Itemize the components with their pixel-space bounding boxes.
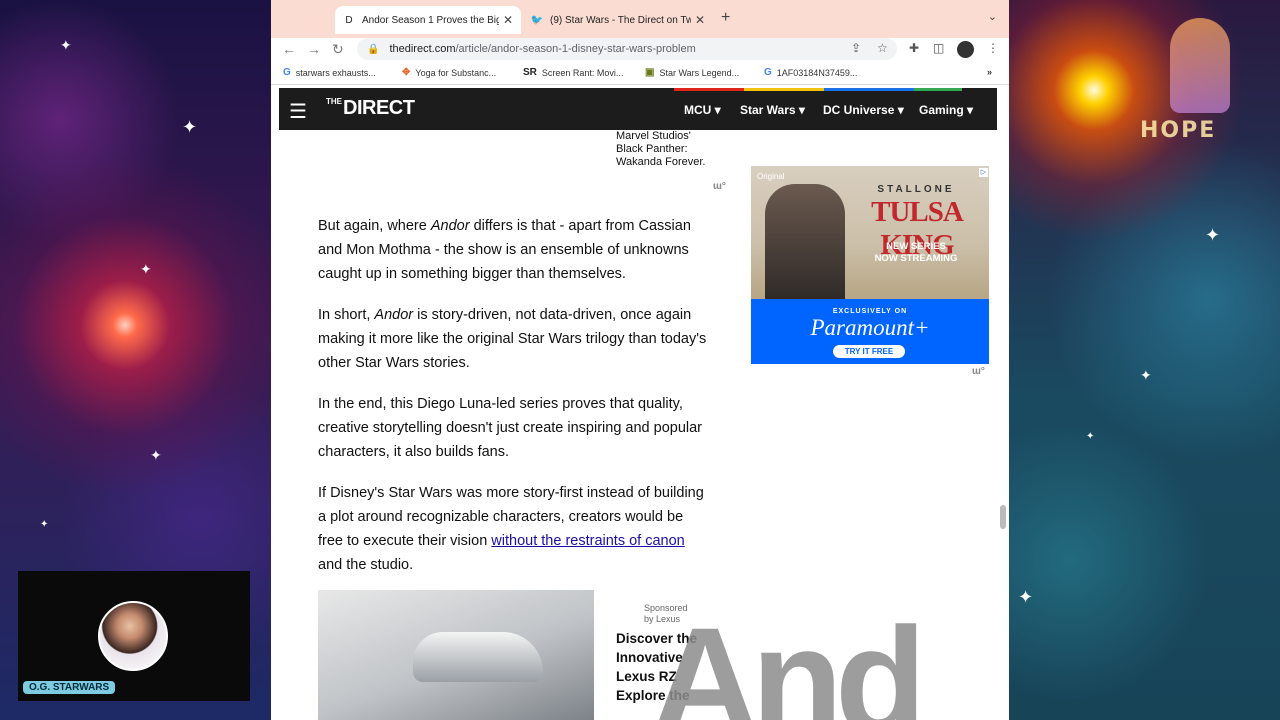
back-arrow-icon[interactable]: ← (282, 41, 296, 57)
browser-menu-kebab-icon[interactable]: ⋮ (987, 41, 999, 55)
nav-mcu[interactable]: MCU ▾ (684, 103, 721, 117)
scrollbar-thumb[interactable] (1000, 505, 1006, 529)
ad-original-badge: Original (757, 172, 785, 181)
ad-marker-icon[interactable]: ɯ° (713, 181, 726, 192)
nav-star-wars[interactable]: Star Wars ▾ (740, 103, 805, 117)
tab-title: (9) Star Wars - The Direct on Tw (550, 14, 691, 26)
forward-arrow-icon[interactable]: → (307, 41, 321, 57)
nav-gaming[interactable]: Gaming ▾ (919, 103, 973, 117)
star-icon: ✦ (1140, 367, 1152, 383)
close-tab-icon[interactable]: ✕ (695, 13, 705, 27)
hamburger-menu-icon[interactable]: ☰ (289, 99, 307, 124)
bookmarks-bar: G starwars exhausts... ✥ Yoga for Substa… (271, 62, 1009, 85)
bookmark-label: Yoga for Substanc... (415, 67, 497, 78)
article-paragraph: In short, Andor is story-driven, not dat… (318, 307, 707, 371)
star-icon: ✦ (150, 447, 162, 463)
wallpaper-right (1009, 0, 1280, 720)
lock-icon: 🔒 (367, 43, 380, 55)
ad-brand-panel: EXCLUSIVELY ON Paramount+ TRY IT FREE (751, 299, 989, 364)
sponsored-lexus-image[interactable] (318, 590, 594, 720)
site-logo[interactable]: THEDIRECT (326, 97, 415, 120)
bookmark-item[interactable]: ✥ Yoga for Substanc... (402, 67, 496, 78)
side-panel-icon[interactable]: ◫ (933, 41, 944, 55)
header-stripe-green (914, 88, 962, 91)
streamer-avatar (98, 601, 168, 671)
url-host: thedirect.com (389, 43, 456, 55)
tulsa-king-ad[interactable]: Original STALLONE TULSA KING NEW SERIES … (751, 166, 989, 364)
header-stripe-yellow (744, 88, 824, 91)
lexus-car-image (413, 632, 543, 682)
ad-exclusive-text: EXCLUSIVELY ON (832, 308, 908, 315)
bookmark-item[interactable]: ▣ Star Wars Legend... (645, 67, 739, 78)
bookmark-label: starwars exhausts... (295, 67, 376, 78)
article-paragraph: In the end, this Diego Luna-led series p… (318, 396, 703, 460)
ad-marker-icon[interactable]: ɯ° (972, 366, 985, 377)
browser-toolbar: ← → ↻ 🔒 thedirect.com/article/andor-seas… (271, 38, 1009, 62)
browser-window: D Andor Season 1 Proves the Bigge ✕ 🐦 (9… (271, 0, 1009, 720)
star-icon: ✦ (1086, 431, 1095, 442)
bookmark-label: Star Wars Legend... (659, 67, 740, 78)
the-direct-favicon-icon: D (345, 14, 353, 26)
tab-andor-article[interactable]: D Andor Season 1 Proves the Bigge ✕ (335, 6, 521, 34)
reload-icon[interactable]: ↻ (332, 41, 344, 58)
site-header: ☰ THEDIRECT MCU ▾ Star Wars ▾ DC Univers… (279, 88, 997, 130)
star-icon: ✦ (140, 261, 152, 277)
ad-actor-name: STALLONE (877, 184, 955, 195)
ad-subtitle: NEW SERIES NOW STREAMING (874, 241, 958, 264)
tab-search-chevron-down-icon[interactable]: ⌄ (988, 10, 997, 23)
header-stripe-blue (824, 88, 914, 91)
paramount-plus-logo: Paramount+ (810, 315, 930, 340)
image-caption: Marvel Studios' Black Panther: Wakanda F… (616, 130, 706, 168)
ad-image: Original STALLONE TULSA KING NEW SERIES … (751, 166, 989, 299)
tab-strip: D Andor Season 1 Proves the Bigge ✕ 🐦 (9… (271, 0, 1009, 38)
nav-dc-universe[interactable]: DC Universe ▾ (823, 103, 904, 117)
article-paragraph: But again, where Andor differs is that -… (318, 218, 691, 282)
star-icon: ✦ (40, 519, 49, 530)
url-path: /article/andor-season-1-disney-star-wars… (455, 43, 696, 55)
bookmark-item[interactable]: G starwars exhausts... (283, 67, 376, 78)
sponsored-label: Sponsored by Lexus (644, 603, 688, 624)
new-tab-plus-icon[interactable]: + (721, 9, 730, 27)
bookmark-label: Screen Rant: Movi... (541, 67, 624, 78)
more-bookmarks-chevron-icon[interactable]: » (987, 67, 992, 77)
article-paragraph: If Disney's Star Wars was more story-fir… (318, 485, 704, 573)
google-favicon-icon: G (764, 67, 772, 78)
tab-twitter[interactable]: 🐦 (9) Star Wars - The Direct on Tw ✕ (523, 6, 713, 34)
article-body: But again, where Andor differs is that -… (318, 214, 710, 594)
adchoices-icon[interactable]: ▷ (979, 168, 988, 177)
canon-restraints-link[interactable]: without the restraints of canon (491, 533, 684, 549)
sponsored-title[interactable]: Discover the Innovative Lexus RZ Explore… (616, 629, 706, 705)
google-favicon-icon: G (283, 67, 291, 78)
bookmark-item[interactable]: SR Screen Rant: Movi... (523, 67, 623, 78)
screen-rant-favicon-icon: SR (523, 67, 537, 78)
try-it-free-button[interactable]: TRY IT FREE (833, 345, 905, 358)
star-icon: ✦ (60, 37, 72, 53)
bookmark-star-icon[interactable]: ☆ (877, 41, 888, 55)
star-wars-legends-favicon-icon: ▣ (645, 67, 655, 78)
yoga-favicon-icon: ✥ (402, 67, 411, 78)
star-icon: ✦ (182, 117, 198, 137)
hope-poster-text: HOPE (1140, 118, 1217, 143)
bookmark-label: 1AF03184N37459... (776, 67, 858, 78)
extensions-puzzle-icon[interactable]: ✚ (909, 41, 919, 55)
profile-avatar[interactable] (957, 41, 974, 58)
address-bar[interactable]: 🔒 thedirect.com/article/andor-season-1-d… (357, 38, 897, 60)
share-icon[interactable]: ⇪ (851, 41, 861, 55)
streamer-name-label: O.G. STARWARS (23, 681, 116, 694)
ad-actor-image (765, 184, 845, 299)
header-stripe-red (674, 88, 744, 91)
tab-title: Andor Season 1 Proves the Bigge (362, 14, 499, 26)
bookmark-item[interactable]: G 1AF03184N37459... (764, 67, 857, 78)
star-icon: ✦ (1205, 225, 1221, 245)
twitter-favicon-icon: 🐦 (530, 14, 544, 26)
close-tab-icon[interactable]: ✕ (503, 13, 513, 27)
webcam-overlay: O.G. STARWARS (18, 571, 250, 701)
star-icon: ✦ (1018, 587, 1034, 607)
hope-poster-figure (1170, 18, 1230, 113)
